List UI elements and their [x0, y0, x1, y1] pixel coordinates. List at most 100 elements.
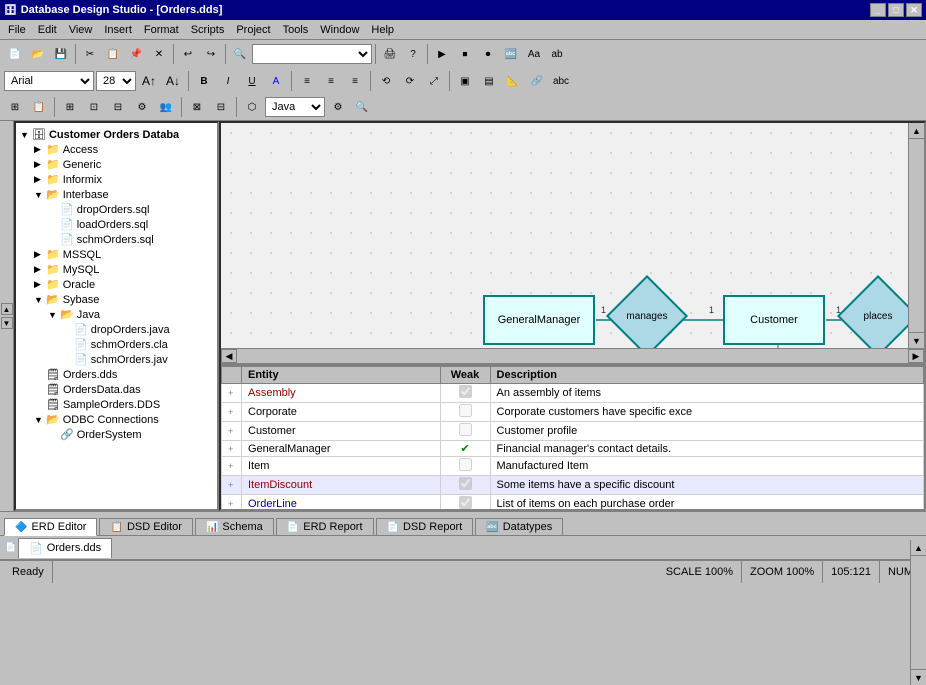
- tab-erd-report[interactable]: 📄 ERD Report: [276, 518, 374, 535]
- tree-odbc[interactable]: ▼ 📂 ODBC Connections: [34, 412, 213, 427]
- close-button[interactable]: ✕: [906, 3, 922, 17]
- tree-access[interactable]: ▶ 📁 Access: [34, 142, 213, 157]
- script-btn-b[interactable]: 📋: [28, 96, 50, 118]
- tb-fnt-g[interactable]: 🔗: [526, 70, 548, 92]
- menu-project[interactable]: Project: [230, 22, 276, 38]
- lang-selector[interactable]: Java: [265, 97, 325, 117]
- scroll-left-btn[interactable]: ◀: [221, 349, 237, 363]
- script-btn-g[interactable]: 👥: [155, 96, 177, 118]
- tree-sample[interactable]: 🗒 SampleOrders.DDS: [34, 397, 213, 412]
- paste-button[interactable]: 📌: [125, 43, 147, 65]
- row-corporate[interactable]: + Corporate Corporate customers have spe…: [222, 403, 924, 422]
- delete-button[interactable]: ✕: [148, 43, 170, 65]
- tree-generic[interactable]: ▶ 📁 Generic: [34, 157, 213, 172]
- undo-button[interactable]: ↩: [177, 43, 199, 65]
- tb-btn-a[interactable]: ▶: [431, 43, 453, 65]
- tree-java-folder[interactable]: ▼ 📂 Java: [48, 307, 213, 322]
- tab-datatypes[interactable]: 🔤 Datatypes: [475, 518, 563, 535]
- tree-load-sql[interactable]: 📄 loadOrders.sql: [48, 217, 213, 232]
- tb-fnt-e[interactable]: ▤: [478, 70, 500, 92]
- font-size-selector[interactable]: 28: [96, 71, 136, 91]
- java-expand[interactable]: ▼: [48, 310, 60, 320]
- menu-help[interactable]: Help: [365, 22, 400, 38]
- tb-fnt-a[interactable]: ⟲: [375, 70, 397, 92]
- tree-sybase[interactable]: ▼ 📂 Sybase: [34, 292, 213, 307]
- oracle-expand[interactable]: ▶: [34, 279, 46, 290]
- script-btn-i[interactable]: ⊟: [210, 96, 232, 118]
- menu-window[interactable]: Window: [314, 22, 365, 38]
- menu-scripts[interactable]: Scripts: [185, 22, 231, 38]
- expand-customer[interactable]: +: [228, 426, 233, 436]
- tree-schm-jav[interactable]: 📄 schmOrders.jav: [62, 352, 213, 367]
- script-btn-a[interactable]: ⊞: [4, 96, 26, 118]
- print-button[interactable]: 🖨: [379, 43, 401, 65]
- v-scrollbar-table[interactable]: ▲ ▼: [910, 540, 926, 685]
- align-center-btn[interactable]: ≡: [320, 70, 342, 92]
- expand-itemdiscount[interactable]: +: [228, 480, 233, 490]
- v-scrollbar[interactable]: ▲ ▼: [908, 123, 924, 348]
- tree-ordersdata[interactable]: 🗒 OrdersData.das: [34, 382, 213, 397]
- tbl-scroll-down[interactable]: ▼: [911, 669, 926, 685]
- row-assembly[interactable]: + Assembly An assembly of items: [222, 384, 924, 403]
- script-btn-e[interactable]: ⊟: [107, 96, 129, 118]
- interbase-expand[interactable]: ▼: [34, 190, 46, 200]
- tab-schema[interactable]: 📊 Schema: [195, 518, 274, 535]
- nav-up-btn[interactable]: ▲: [1, 303, 13, 315]
- font-selector[interactable]: Arial: [4, 71, 94, 91]
- menu-edit[interactable]: Edit: [32, 22, 63, 38]
- tree-schm-cla[interactable]: 📄 schmOrders.cla: [62, 337, 213, 352]
- minimize-button[interactable]: _: [870, 3, 886, 17]
- bold-button[interactable]: B: [193, 70, 215, 92]
- menu-format[interactable]: Format: [138, 22, 185, 38]
- row-orderline[interactable]: + OrderLine List of items on each purcha…: [222, 495, 924, 510]
- tab-dsd-report[interactable]: 📄 DSD Report: [376, 518, 474, 535]
- tree-root[interactable]: ▼ 🗄 Customer Orders Databa: [20, 127, 213, 142]
- tree-mysql[interactable]: ▶ 📁 MySQL: [34, 262, 213, 277]
- expand-orderline[interactable]: +: [228, 499, 233, 509]
- row-item[interactable]: + Item Manufactured Item: [222, 457, 924, 476]
- row-customer[interactable]: + Customer Customer profile: [222, 422, 924, 441]
- maximize-button[interactable]: □: [888, 3, 904, 17]
- tb-fnt-b[interactable]: ⟳: [399, 70, 421, 92]
- copy-button[interactable]: 📋: [102, 43, 124, 65]
- save-button[interactable]: 💾: [50, 43, 72, 65]
- menu-view[interactable]: View: [63, 22, 99, 38]
- tb-btn-f[interactable]: ab: [546, 43, 568, 65]
- scroll-up-btn[interactable]: ▲: [909, 123, 924, 139]
- tree-orders-dds[interactable]: 🗒 Orders.dds: [34, 367, 213, 382]
- nav-down-btn[interactable]: ▼: [1, 317, 13, 329]
- tb-fnt-h[interactable]: abc: [550, 70, 572, 92]
- expand-corporate[interactable]: +: [228, 407, 233, 417]
- underline-button[interactable]: U: [241, 70, 263, 92]
- tb-btn-e[interactable]: Aa: [523, 43, 545, 65]
- tree-drop-sql[interactable]: 📄 dropOrders.sql: [48, 202, 213, 217]
- row-itemdiscount[interactable]: + ItemDiscount Some items have a specifi…: [222, 476, 924, 495]
- script-btn-d[interactable]: ⊡: [83, 96, 105, 118]
- relation-places[interactable]: places: [849, 287, 907, 345]
- tree-interbase[interactable]: ▼ 📂 Interbase: [34, 187, 213, 202]
- help-button[interactable]: ?: [402, 43, 424, 65]
- relation-manages[interactable]: manages: [618, 287, 676, 345]
- align-right-btn[interactable]: ≡: [344, 70, 366, 92]
- tab-dsd-editor[interactable]: 📋 DSD Editor: [99, 518, 192, 535]
- redo-button[interactable]: ↪: [200, 43, 222, 65]
- tb-btn-c[interactable]: ⏺: [477, 43, 499, 65]
- script-btn-h[interactable]: ⊠: [186, 96, 208, 118]
- tb-fnt-d[interactable]: ▣: [454, 70, 476, 92]
- open-button[interactable]: 📂: [27, 43, 49, 65]
- cut-button[interactable]: ✂: [79, 43, 101, 65]
- odbc-expand[interactable]: ▼: [34, 415, 46, 425]
- diagram-area[interactable]: 1 1 1 N N N N N N N: [221, 123, 924, 348]
- tree-drop-java[interactable]: 📄 dropOrders.java: [62, 322, 213, 337]
- tab-erd-editor[interactable]: 🔷 ERD Editor: [4, 518, 97, 536]
- color-button[interactable]: A: [265, 70, 287, 92]
- file-tab-orders[interactable]: 📄 Orders.dds: [18, 538, 112, 558]
- generic-expand[interactable]: ▶: [34, 159, 46, 170]
- scroll-right-btn[interactable]: ▶: [908, 349, 924, 363]
- menu-file[interactable]: File: [2, 22, 32, 38]
- tb-fnt-f[interactable]: 📐: [502, 70, 524, 92]
- menu-insert[interactable]: Insert: [98, 22, 138, 38]
- menu-tools[interactable]: Tools: [277, 22, 315, 38]
- row-generalmanager[interactable]: + GeneralManager ✔ Financial manager's c…: [222, 441, 924, 457]
- entity-generalmanager[interactable]: GeneralManager: [483, 295, 595, 345]
